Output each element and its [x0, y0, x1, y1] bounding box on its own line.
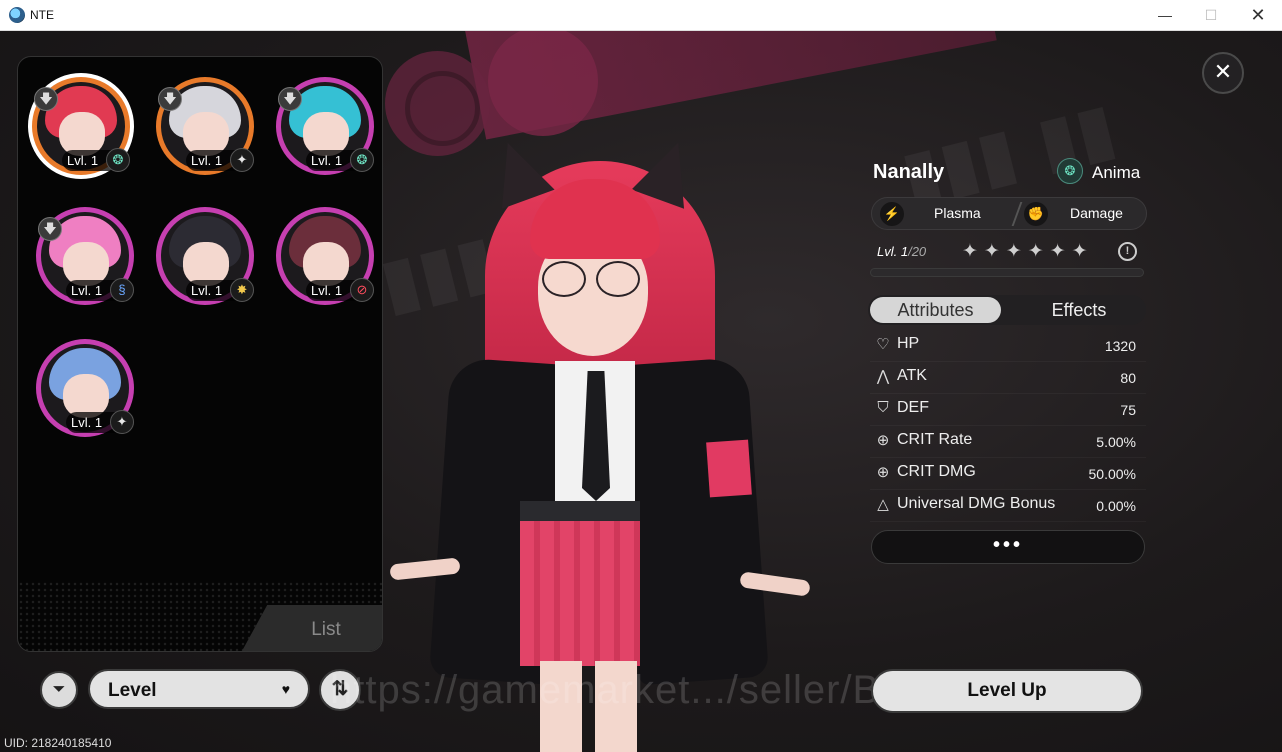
minimize-button[interactable]: —	[1142, 0, 1188, 31]
download-icon: 🡇	[38, 217, 62, 241]
stat-icon: ♡	[876, 336, 890, 353]
character-avatar[interactable]: Lvl. 1 ✸	[156, 207, 254, 305]
stat-name: CRIT DMG	[897, 463, 976, 480]
character-level: Lvl. 1/20	[877, 244, 926, 259]
download-icon: 🡇	[158, 87, 182, 111]
stat-name: HP	[897, 335, 920, 352]
stat-value: 5.00%	[1096, 434, 1136, 450]
character-model[interactable]	[389, 101, 811, 752]
character-avatar[interactable]: Lvl. 1 ⊘	[276, 207, 374, 305]
divider	[1011, 202, 1023, 226]
trait-plasma[interactable]: ⚡ Plasma	[880, 198, 1010, 229]
info-tabs: Attributes Effects	[868, 295, 1146, 325]
stat-row[interactable]: ⛉ DEF 75	[870, 394, 1146, 426]
trait-label: Damage	[1070, 205, 1123, 221]
stat-value: 80	[1120, 370, 1136, 386]
character-avatar[interactable]: 🡇 Lvl. 1 ✦	[156, 77, 254, 175]
tab-attributes[interactable]: Attributes	[870, 297, 1001, 323]
download-icon: 🡇	[34, 87, 58, 111]
character-traits: ⚡ Plasma ✊ Damage	[871, 197, 1147, 230]
info-icon[interactable]: !	[1118, 242, 1137, 261]
stat-value: 50.00%	[1088, 466, 1136, 482]
character-skirt	[520, 521, 640, 666]
stat-value: 1320	[1104, 338, 1136, 354]
stat-icon: ⊕	[876, 464, 890, 481]
stat-name: DEF	[897, 399, 929, 416]
stat-row[interactable]: ⋀ ATK 80	[870, 362, 1146, 394]
stat-value: 75	[1120, 402, 1136, 418]
stat-icon: ⛉	[877, 399, 889, 416]
stat-icon: △	[877, 496, 889, 513]
maximize-button[interactable]: ☐	[1188, 0, 1234, 31]
stat-name: ATK	[897, 367, 927, 384]
character-glasses	[542, 261, 642, 299]
stat-row[interactable]: ♡ HP 1320	[870, 330, 1146, 362]
plasma-icon: ⚡	[880, 202, 904, 226]
trait-label: Plasma	[934, 205, 981, 221]
close-button[interactable]: ✕	[1202, 52, 1244, 94]
character-name: Nanally	[873, 161, 945, 183]
incantation-element-icon: ⊘	[350, 278, 374, 302]
user-id: UID: 218240185410	[4, 736, 112, 750]
close-icon: ✕	[1213, 59, 1233, 84]
filter-icon: ⏷	[52, 681, 66, 698]
more-attributes-button[interactable]: •••	[871, 530, 1145, 564]
damage-icon: ✊	[1024, 202, 1048, 226]
level-max: /20	[908, 244, 927, 259]
ascension-stars: ✦✦✦✦✦✦	[962, 241, 1094, 262]
stat-row[interactable]: △ Universal DMG Bonus 0.00%	[870, 490, 1146, 522]
exp-progress-bar	[870, 268, 1144, 277]
character-avatar[interactable]: Lvl. 1 ✦	[36, 339, 134, 437]
character-roster-panel: 🡇 Lvl. 1 ❂ 🡇 Lvl. 1 ✦ 🡇 Lvl. 1 ❂ 🡇 Lvl. 1 § Lvl. 1 ✸ L…	[17, 56, 383, 652]
stat-icon: ⋀	[876, 368, 890, 385]
stat-value: 0.00%	[1096, 498, 1136, 514]
level-up-button[interactable]: Level Up	[871, 669, 1143, 713]
character-element: Anima	[1092, 163, 1141, 182]
sort-dropdown[interactable]: Level ♥	[88, 669, 310, 709]
attribute-list: ♡ HP 1320 ⋀ ATK 80 ⛉ DEF 75 ⊕ CRIT Rate 5.00% ⊕ CRIT …	[870, 330, 1146, 522]
cosmos-element-icon: ✦	[110, 410, 134, 434]
character-belt	[520, 501, 640, 523]
stat-name: CRIT Rate	[897, 431, 973, 448]
cosmos-element-icon: ✦	[230, 148, 254, 172]
character-avatar[interactable]: 🡇 Lvl. 1 §	[36, 207, 134, 305]
trait-damage[interactable]: ✊ Damage	[1024, 198, 1144, 229]
stat-row[interactable]: ⊕ CRIT Rate 5.00%	[870, 426, 1146, 458]
tab-effects[interactable]: Effects	[1014, 297, 1144, 323]
stat-name: Universal DMG Bonus	[897, 495, 1056, 512]
anima-element-icon: ❂	[106, 148, 130, 172]
anima-element-icon: ❂	[350, 148, 374, 172]
level-current: Lvl. 1	[877, 244, 909, 259]
lakshana-element-icon: ✸	[230, 278, 254, 302]
psyche-element-icon: §	[110, 278, 134, 302]
download-icon: 🡇	[278, 87, 302, 111]
window-title: NTE	[30, 8, 54, 22]
anima-element-icon: ❂	[1057, 158, 1083, 184]
window-title-bar: NTE — ☐ ✕	[0, 0, 1282, 31]
sort-dropdown-label: Level	[108, 680, 157, 701]
stat-icon: ⊕	[876, 432, 890, 449]
stat-row[interactable]: ⊕ CRIT DMG 50.00%	[870, 458, 1146, 490]
app-icon	[9, 7, 25, 23]
character-avatar[interactable]: 🡇 Lvl. 1 ❂	[276, 77, 374, 175]
character-armband	[706, 439, 752, 498]
character-avatar[interactable]: 🡇 Lvl. 1 ❂	[32, 77, 130, 175]
filter-button[interactable]: ⏷	[40, 671, 78, 709]
window-close-button[interactable]: ✕	[1235, 0, 1281, 31]
chevron-down-icon: ♥	[281, 681, 290, 697]
